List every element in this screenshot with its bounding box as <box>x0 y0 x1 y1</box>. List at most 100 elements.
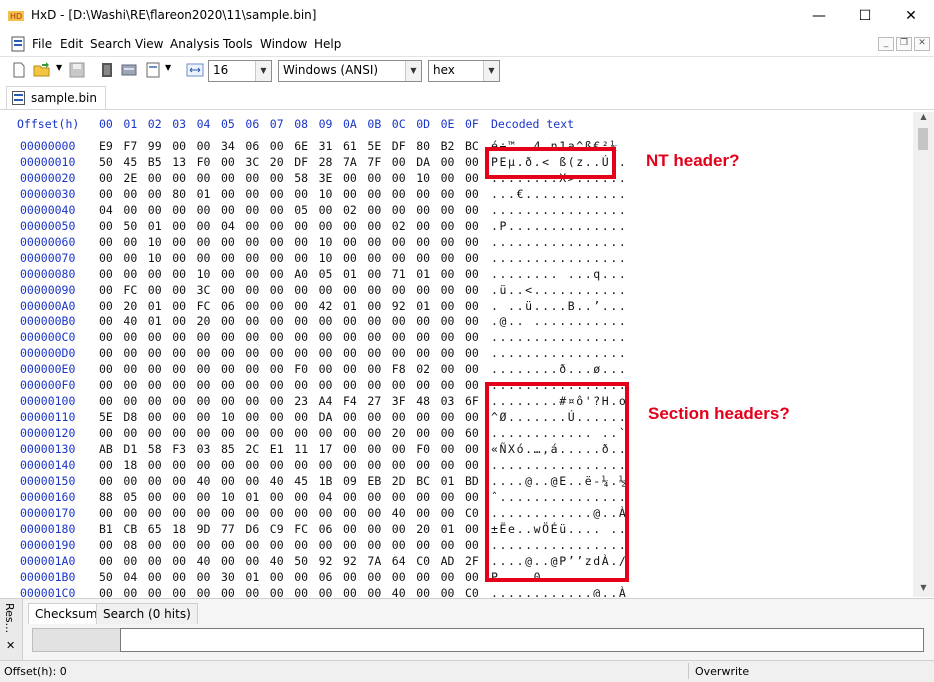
hex-byte[interactable]: 00 <box>367 458 381 472</box>
hex-byte[interactable]: 00 <box>343 283 357 297</box>
hex-byte[interactable]: 00 <box>392 490 406 504</box>
hex-byte[interactable]: F0 <box>416 442 430 456</box>
hex-byte[interactable]: 00 <box>148 586 162 597</box>
hex-byte[interactable]: 00 <box>123 330 137 344</box>
hex-byte[interactable]: 00 <box>172 378 186 392</box>
hex-byte[interactable]: 20 <box>270 155 284 169</box>
hex-byte[interactable]: 80 <box>172 187 186 201</box>
hex-byte[interactable]: 00 <box>123 251 137 265</box>
hex-byte[interactable]: 00 <box>319 458 333 472</box>
hex-byte[interactable]: 02 <box>416 362 430 376</box>
hex-byte[interactable]: 00 <box>416 570 430 584</box>
hex-byte[interactable]: 00 <box>367 314 381 328</box>
hex-byte[interactable]: 00 <box>416 410 430 424</box>
hex-byte[interactable]: 00 <box>441 187 455 201</box>
hex-byte[interactable]: 00 <box>294 426 308 440</box>
hex-byte[interactable]: 00 <box>441 155 455 169</box>
hex-byte[interactable]: 03 <box>197 442 211 456</box>
hex-byte[interactable]: 01 <box>245 490 259 504</box>
hex-byte[interactable]: DF <box>294 155 308 169</box>
decoded-text[interactable]: . ..ü....B..’... <box>491 299 627 313</box>
hex-byte[interactable]: 00 <box>319 314 333 328</box>
hex-byte[interactable]: 00 <box>245 283 259 297</box>
hex-byte[interactable]: F0 <box>294 362 308 376</box>
hex-byte[interactable]: 10 <box>319 235 333 249</box>
hex-byte[interactable]: 7F <box>367 155 381 169</box>
hex-byte[interactable]: 00 <box>221 378 235 392</box>
hex-byte[interactable]: 00 <box>343 378 357 392</box>
document-menu-icon[interactable] <box>10 36 26 52</box>
new-file-icon[interactable] <box>10 61 28 79</box>
hex-byte[interactable]: 00 <box>197 362 211 376</box>
hex-row[interactable]: 00000060 00 00 10 00 00 00 00 00 00 10 00 00 00 00 00 00… <box>0 235 913 251</box>
hex-byte[interactable]: 48 <box>416 394 430 408</box>
hex-byte[interactable]: 00 <box>343 410 357 424</box>
hex-byte[interactable]: FC <box>197 299 211 313</box>
decoded-text[interactable]: ...€............ <box>491 187 627 201</box>
hex-byte[interactable]: 00 <box>294 490 308 504</box>
hex-byte[interactable]: 00 <box>245 171 259 185</box>
hex-byte[interactable]: 05 <box>319 267 333 281</box>
hex-byte[interactable]: 00 <box>465 155 479 169</box>
hex-row[interactable]: 00000040 04 00 00 00 00 00 00 00 05 00 02 00 00 00 00 00… <box>0 203 913 219</box>
hex-byte[interactable]: 00 <box>270 235 284 249</box>
hex-row[interactable]: 00000150 00 00 00 00 40 00 00 40 45 1B 09 EB 2D BC 01 BD… <box>0 474 913 490</box>
hex-byte[interactable]: 00 <box>441 538 455 552</box>
hex-byte[interactable]: 00 <box>148 330 162 344</box>
hex-byte[interactable]: 00 <box>392 442 406 456</box>
hex-byte[interactable]: 00 <box>270 506 284 520</box>
hex-byte[interactable]: 00 <box>441 171 455 185</box>
hex-byte[interactable]: 00 <box>294 235 308 249</box>
hex-byte[interactable]: 00 <box>221 506 235 520</box>
hex-byte[interactable]: 00 <box>172 586 186 597</box>
menu-tools[interactable]: Tools <box>223 37 253 51</box>
hex-byte[interactable]: 71 <box>392 267 406 281</box>
hex-byte[interactable]: 00 <box>123 426 137 440</box>
decoded-text[interactable]: ................ <box>491 330 627 344</box>
hex-byte[interactable]: 01 <box>416 299 430 313</box>
hex-row[interactable]: 000000F0 00 00 00 00 00 00 00 00 00 00 00 00 00 00 00 00… <box>0 378 913 394</box>
hex-byte[interactable]: 00 <box>221 426 235 440</box>
hex-byte[interactable]: 00 <box>245 346 259 360</box>
hex-byte[interactable]: 00 <box>367 586 381 597</box>
hex-byte[interactable]: 00 <box>99 251 113 265</box>
hex-byte[interactable]: 00 <box>367 203 381 217</box>
hex-byte[interactable]: 2E <box>123 171 137 185</box>
hex-byte[interactable]: 00 <box>465 267 479 281</box>
hex-byte[interactable]: 00 <box>367 219 381 233</box>
hex-row[interactable]: 00000190 00 08 00 00 00 00 00 00 00 00 00 00 00 00 00 00… <box>0 538 913 554</box>
hex-byte[interactable]: 00 <box>245 394 259 408</box>
hex-byte[interactable]: 00 <box>319 586 333 597</box>
hex-byte[interactable]: 5E <box>367 139 381 153</box>
hex-byte[interactable]: 00 <box>172 426 186 440</box>
hex-row[interactable]: 00000030 00 00 00 80 01 00 00 00 00 10 00 00 00 00 00 00… <box>0 187 913 203</box>
hex-byte[interactable]: 40 <box>197 554 211 568</box>
results-side-tab[interactable]: Res... ✕ <box>0 599 23 661</box>
hex-row[interactable]: 00000010 50 45 B5 13 F0 00 3C 20 DF 28 7A 7F 00 DA 00 00… <box>0 155 913 171</box>
hex-byte[interactable]: 00 <box>465 314 479 328</box>
hex-byte[interactable]: 60 <box>465 426 479 440</box>
hex-byte[interactable]: 00 <box>172 538 186 552</box>
tab-checksum[interactable]: Checksum <box>28 603 105 624</box>
hex-byte[interactable]: 00 <box>465 171 479 185</box>
hex-byte[interactable]: DA <box>319 410 333 424</box>
hex-byte[interactable]: 00 <box>416 458 430 472</box>
hex-byte[interactable]: 00 <box>197 410 211 424</box>
hex-byte[interactable]: 00 <box>343 586 357 597</box>
hex-byte[interactable]: 00 <box>245 187 259 201</box>
hex-byte[interactable]: 00 <box>294 538 308 552</box>
hex-byte[interactable]: A4 <box>319 394 333 408</box>
hex-byte[interactable]: 00 <box>99 171 113 185</box>
hex-byte[interactable]: 00 <box>367 267 381 281</box>
hex-byte[interactable]: F3 <box>172 442 186 456</box>
hex-byte[interactable]: 00 <box>245 314 259 328</box>
hex-byte[interactable]: 00 <box>245 330 259 344</box>
hex-byte[interactable]: 00 <box>319 346 333 360</box>
display-mode-select[interactable]: hex ▼ <box>428 60 500 82</box>
hex-byte[interactable]: 00 <box>367 378 381 392</box>
hex-byte[interactable]: 05 <box>294 203 308 217</box>
hex-byte[interactable]: 00 <box>123 267 137 281</box>
hex-byte[interactable]: 00 <box>465 203 479 217</box>
hex-byte[interactable]: 05 <box>123 490 137 504</box>
hex-row[interactable]: 000000C0 00 00 00 00 00 00 00 00 00 00 00 00 00 00 00 00… <box>0 330 913 346</box>
